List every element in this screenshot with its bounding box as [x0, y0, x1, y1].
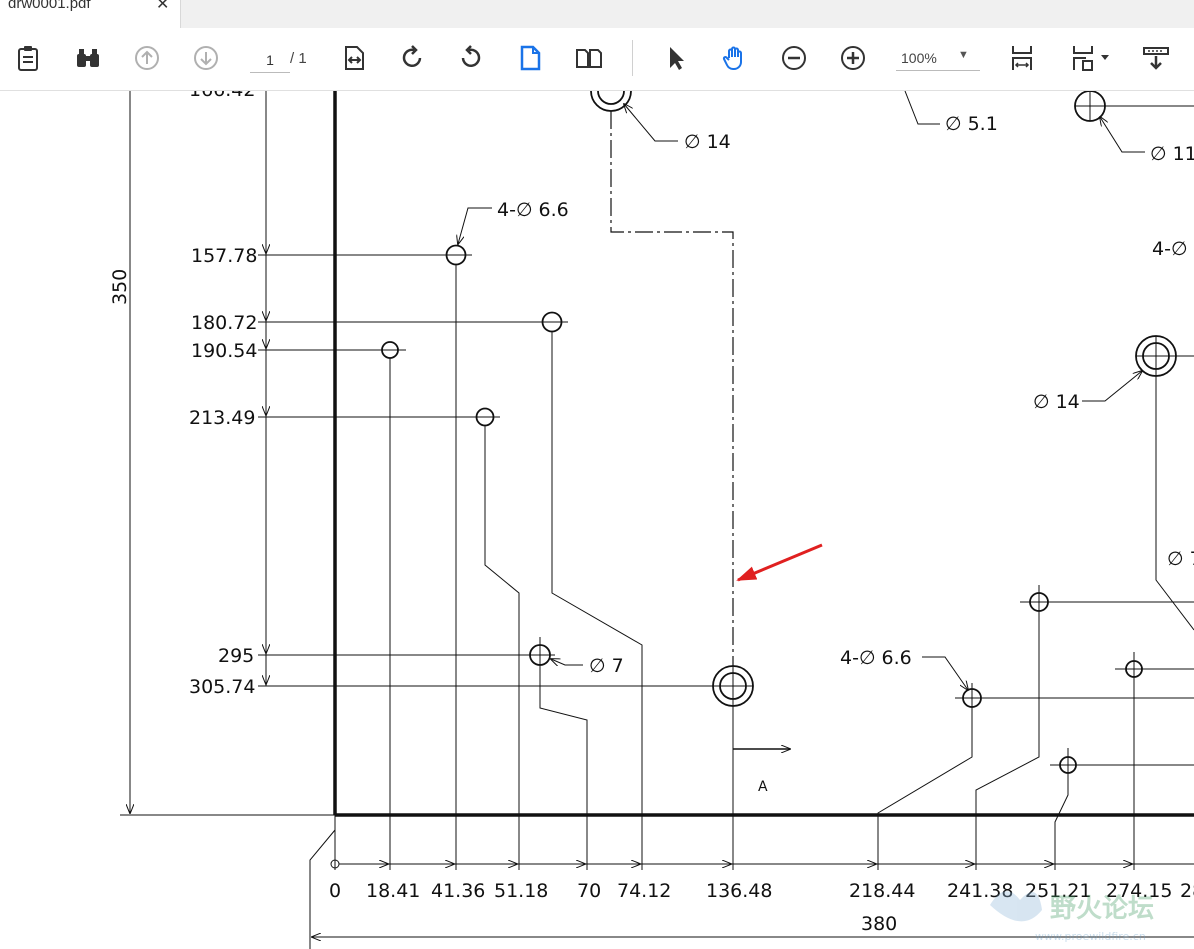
fit-width-icon[interactable] [338, 42, 370, 74]
zoom-in-icon[interactable] [837, 42, 869, 74]
page-layout-dropdown-icon[interactable] [1066, 42, 1114, 74]
document-tab[interactable]: drw0001.pdf ✕ [0, 0, 181, 28]
page-number-input[interactable] [250, 48, 290, 73]
next-page-icon[interactable] [190, 42, 222, 74]
close-tab-icon[interactable]: ✕ [156, 0, 169, 14]
document-viewport[interactable]: 166.42 157.78 180.72 190.54 213.49 295 3… [0, 91, 1194, 949]
callout-dia-7: ∅ 7 [589, 655, 624, 677]
zoom-value: 100% [901, 50, 937, 66]
overall-height-label: 350 [109, 269, 131, 305]
rotate-clockwise-icon[interactable] [396, 42, 428, 74]
callout-dia-14-right: ∅ 14 [1033, 391, 1080, 413]
part-outline [120, 91, 1194, 817]
clipboard-icon[interactable] [12, 42, 44, 74]
x-dim-label: 18.41 [366, 880, 420, 902]
vertical-dimension-lines [130, 91, 718, 813]
x-dim-label: 28 [1180, 880, 1194, 902]
watermark-logo: 野火论坛 www.proewildfire.cn [990, 891, 1154, 943]
callout-dia-14-top: ∅ 14 [684, 131, 731, 153]
rotate-counterclockwise-icon[interactable] [455, 42, 487, 74]
zoom-out-icon[interactable] [778, 42, 810, 74]
two-page-icon[interactable] [573, 42, 605, 74]
x-dim-label: 51.18 [494, 880, 548, 902]
tab-bar: drw0001.pdf ✕ [0, 0, 1194, 29]
callout-dia-5-1: ∅ 5.1 [945, 113, 998, 135]
previous-page-icon[interactable] [131, 42, 163, 74]
callout-holes-right: 4-∅ [1152, 238, 1188, 260]
y-dim-top-cut: 166.42 [189, 91, 255, 101]
watermark-url: www.proewildfire.cn [1035, 930, 1146, 943]
x-dim-label: 41.36 [431, 880, 485, 902]
x-dim-label: 136.48 [706, 880, 772, 902]
callout-holes-6-6: 4-∅ 6.6 [497, 199, 569, 221]
hole-center-marks [539, 91, 1194, 782]
callout-dia-11: ∅ 11 [1150, 143, 1194, 165]
section-line [610, 111, 734, 666]
y-dim-label: 190.54 [191, 340, 257, 362]
page-split-icon[interactable] [1006, 42, 1038, 74]
cad-drawing: 166.42 157.78 180.72 190.54 213.49 295 3… [109, 91, 1194, 949]
y-dim-label: 305.74 [189, 676, 255, 698]
download-icon[interactable] [1140, 42, 1172, 74]
callout-holes-6-6-b: 4-∅ 6.6 [840, 647, 912, 669]
tab-title: drw0001.pdf [8, 0, 91, 12]
watermark-text: 野火论坛 [1050, 894, 1154, 924]
x-dim-label: 0 [329, 880, 341, 902]
overall-width-label: 380 [861, 913, 897, 935]
x-dim-label: 74.12 [617, 880, 671, 902]
x-dim-label: 70 [577, 880, 601, 902]
toolbar-separator [632, 40, 633, 76]
x-dim-label: 218.44 [849, 880, 915, 902]
y-dim-label: 213.49 [189, 407, 255, 429]
page-total: / 1 [290, 50, 307, 67]
y-dim-label: 180.72 [191, 312, 257, 334]
single-page-icon[interactable] [514, 42, 546, 74]
chevron-down-icon: ▼ [958, 49, 969, 61]
y-dim-label: 295 [218, 645, 254, 667]
section-label: A [758, 779, 768, 795]
zoom-select[interactable]: 100% ▼ [896, 48, 980, 71]
callout-dia-right-partial: ∅ 7 [1167, 548, 1194, 570]
toolbar: / 1 100% ▼ [0, 28, 1194, 91]
select-cursor-icon[interactable] [660, 42, 692, 74]
find-binoculars-icon[interactable] [72, 42, 104, 74]
y-dim-label: 157.78 [191, 245, 257, 267]
holes [381, 91, 1177, 774]
red-annotation-arrow [736, 543, 823, 582]
hand-tool-icon[interactable] [719, 42, 751, 74]
